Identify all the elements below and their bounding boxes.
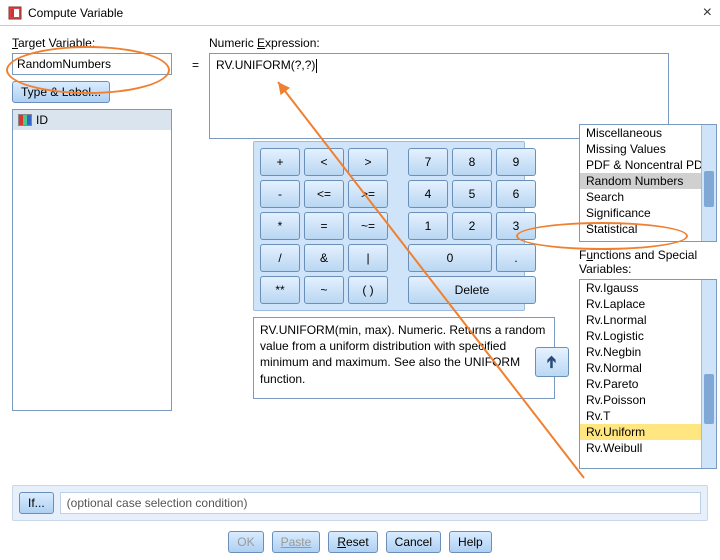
help-button[interactable]: Help bbox=[449, 531, 492, 553]
key-1[interactable]: 1 bbox=[408, 212, 448, 240]
equals-sign: = bbox=[192, 36, 199, 469]
key-paren[interactable]: ( ) bbox=[348, 276, 388, 304]
list-item[interactable]: ID bbox=[13, 110, 171, 130]
key-or[interactable]: | bbox=[348, 244, 388, 272]
list-item[interactable]: Rv.Weibull bbox=[580, 440, 716, 456]
type-label-button[interactable]: Type & Label... bbox=[12, 81, 110, 103]
move-up-arrow-button[interactable]: ➔ bbox=[535, 347, 569, 377]
titlebar: Compute Variable × bbox=[0, 0, 720, 26]
list-item[interactable]: Rv.Poisson bbox=[580, 392, 716, 408]
key-0[interactable]: 0 bbox=[408, 244, 492, 272]
scrollbar[interactable] bbox=[701, 280, 716, 468]
cancel-button[interactable]: Cancel bbox=[386, 531, 441, 553]
list-item[interactable]: Rv.Igauss bbox=[580, 280, 716, 296]
target-variable-input[interactable] bbox=[12, 53, 172, 75]
window-title: Compute Variable bbox=[28, 6, 123, 20]
list-item[interactable]: Miscellaneous bbox=[580, 125, 716, 141]
list-item[interactable]: Rv.Uniform bbox=[580, 424, 716, 440]
key-div[interactable]: / bbox=[260, 244, 300, 272]
expression-text: RV.UNIFORM(?,?) bbox=[216, 58, 315, 72]
key-gt[interactable]: > bbox=[348, 148, 388, 176]
list-item[interactable]: Rv.Pareto bbox=[580, 376, 716, 392]
key-9[interactable]: 9 bbox=[496, 148, 536, 176]
key-3[interactable]: 3 bbox=[496, 212, 536, 240]
key-eq[interactable]: = bbox=[304, 212, 344, 240]
list-item[interactable]: PDF & Noncentral PDF bbox=[580, 157, 716, 173]
variables-list[interactable]: ID bbox=[12, 109, 172, 411]
functions-vars-label: Functions and Special Variables: bbox=[579, 248, 717, 276]
key-ge[interactable]: >= bbox=[348, 180, 388, 208]
reset-button[interactable]: Reset bbox=[328, 531, 377, 553]
ok-button[interactable]: OK bbox=[228, 531, 263, 553]
key-pow[interactable]: ** bbox=[260, 276, 300, 304]
target-variable-label: Target Variable: bbox=[12, 36, 182, 50]
variable-icon bbox=[18, 114, 32, 126]
list-item[interactable]: Rv.Lnormal bbox=[580, 312, 716, 328]
list-item[interactable]: Missing Values bbox=[580, 141, 716, 157]
key-le[interactable]: <= bbox=[304, 180, 344, 208]
if-button[interactable]: If... bbox=[19, 492, 54, 514]
list-item[interactable]: Rv.Negbin bbox=[580, 344, 716, 360]
if-condition-row: If... (optional case selection condition… bbox=[12, 485, 708, 521]
function-group-list[interactable]: MiscellaneousMissing ValuesPDF & Noncent… bbox=[579, 124, 717, 242]
list-item[interactable]: Search bbox=[580, 189, 716, 205]
list-item[interactable]: Rv.T bbox=[580, 408, 716, 424]
scrollbar[interactable] bbox=[701, 125, 716, 241]
key-lt[interactable]: < bbox=[304, 148, 344, 176]
arrow-up-icon: ➔ bbox=[542, 355, 562, 368]
key-and[interactable]: & bbox=[304, 244, 344, 272]
function-description: RV.UNIFORM(min, max). Numeric. Returns a… bbox=[253, 317, 555, 399]
key-8[interactable]: 8 bbox=[452, 148, 492, 176]
key-ne[interactable]: ~= bbox=[348, 212, 388, 240]
if-condition-text: (optional case selection condition) bbox=[60, 492, 701, 514]
key-plus[interactable]: + bbox=[260, 148, 300, 176]
key-2[interactable]: 2 bbox=[452, 212, 492, 240]
key-minus[interactable]: - bbox=[260, 180, 300, 208]
key-6[interactable]: 6 bbox=[496, 180, 536, 208]
list-item[interactable]: Rv.Normal bbox=[580, 360, 716, 376]
key-4[interactable]: 4 bbox=[408, 180, 448, 208]
list-item[interactable]: Random Numbers bbox=[580, 173, 716, 189]
paste-button[interactable]: Paste bbox=[272, 531, 321, 553]
key-mul[interactable]: * bbox=[260, 212, 300, 240]
close-icon[interactable]: × bbox=[703, 4, 712, 22]
key-7[interactable]: 7 bbox=[408, 148, 448, 176]
numeric-expression-label: Numeric Expression: bbox=[209, 36, 717, 50]
list-item[interactable]: Rv.Laplace bbox=[580, 296, 716, 312]
app-icon bbox=[8, 6, 22, 20]
key-dot[interactable]: . bbox=[496, 244, 536, 272]
variable-name: ID bbox=[36, 113, 48, 127]
key-5[interactable]: 5 bbox=[452, 180, 492, 208]
key-delete[interactable]: Delete bbox=[408, 276, 536, 304]
list-item[interactable]: Rv.Logistic bbox=[580, 328, 716, 344]
dialog-footer: OK Paste Reset Cancel Help bbox=[12, 531, 708, 553]
list-item[interactable]: Significance bbox=[580, 205, 716, 221]
keypad: + < > 7 8 9 - <= >= 4 5 6 * bbox=[253, 141, 525, 311]
functions-list[interactable]: Rv.IgaussRv.LaplaceRv.LnormalRv.Logistic… bbox=[579, 279, 717, 469]
key-tilde[interactable]: ~ bbox=[304, 276, 344, 304]
list-item[interactable]: Statistical bbox=[580, 221, 716, 237]
